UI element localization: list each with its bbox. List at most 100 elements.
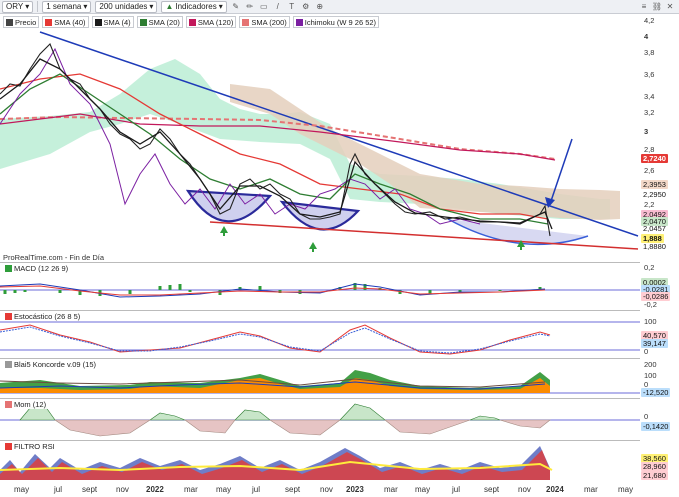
koncorde-label-text: Blai5 Koncorde v.09 (15) [14,360,96,369]
price-tick: 2,6 [644,166,655,175]
stoch-tick: 0 [644,347,649,356]
price-tick: 3,2 [644,108,655,117]
chevron-down-icon: ▾ [25,2,30,11]
time-tick: jul [452,485,461,494]
momentum-axis: 0 -0,1420 [640,398,679,438]
legend-label: Precio [15,17,37,27]
window-controls: ≡ ⛓ ✕ [639,1,675,11]
time-tick: sept [82,485,98,494]
price-tick: 4,2 [644,16,655,25]
koncorde-tick: 100 [644,371,657,380]
stochastic-axis: 100 40,570 39,147 0 [640,310,679,358]
legend-label: SMA (20) [148,17,180,27]
time-tick: sept [484,485,500,494]
time-tick: 2022 [146,485,164,494]
koncorde-label[interactable]: Blai5 Koncorde v.09 (15) [3,360,98,369]
koncorde-tick: 200 [644,360,657,369]
sma20-swatch [139,18,147,26]
macd-label[interactable]: MACD (12 26 9) [3,264,71,273]
menu-icon[interactable]: ≡ [639,1,649,11]
legend-item-sma40[interactable]: SMA (40) [42,16,89,28]
time-tick: 2023 [346,485,364,494]
time-tick: nov [116,485,129,494]
legend-label: SMA (4) [103,17,131,27]
momentum-label[interactable]: Mom (12) [3,400,49,409]
legend-item-sma120[interactable]: SMA (120) [185,16,237,28]
chart-toolbar: ORY ▾ 1 semana ▾ 200 unidades ▾ ▲ Indica… [0,0,679,14]
time-tick: jul [252,485,261,494]
sma40-swatch [45,18,53,26]
price-swatch [6,18,13,26]
price-tag: 2,2950 [643,190,666,199]
legend-label: SMA (200) [251,17,287,27]
legend-item-sma20[interactable]: SMA (20) [136,16,183,28]
koncorde-swatch [5,361,12,368]
price-tick: 2,2 [644,200,655,209]
macd-axis: 0,2 0,0002 -0,0281 -0,0286 -0,2 [640,262,679,309]
link-icon[interactable]: ⛓ [652,1,662,11]
legend-item-sma4[interactable]: SMA (4) [91,16,134,28]
filtro-swatch [5,443,12,450]
price-tag-sma40: 2,7240 [641,154,668,163]
pencil-icon[interactable]: ✏ [245,2,255,12]
buy-marker-3-stem [520,246,522,250]
drawing-tools-icon[interactable]: ✎ [231,2,241,12]
stoch-tick: 100 [644,317,657,326]
stochastic-swatch [5,313,12,320]
legend-label: SMA (40) [54,17,86,27]
toolbar-separator [37,1,39,12]
time-axis: may jul sept nov 2022 mar may jul sept n… [0,483,640,497]
sma200-swatch [242,18,250,26]
time-tick: jul [54,485,63,494]
buy-marker-2-stem [312,248,314,252]
koncorde-tag: -12,520 [641,388,671,397]
indicators-button[interactable]: ▲ Indicadores ▾ [161,0,227,13]
period-text: 1 semana [46,2,82,11]
filtro-tag: 21,680 [641,471,668,480]
legend-item-sma200[interactable]: SMA (200) [239,16,290,28]
units-text: 200 unidades [99,2,148,11]
filtro-rsi-label[interactable]: FILTRO RSI [3,442,57,451]
indicators-text: Indicadores [175,2,217,11]
legend-item-price[interactable]: Precio [3,16,40,28]
stochastic-label-text: Estocástico (26 8 5) [14,312,81,321]
price-tick: 4 [644,32,649,41]
price-chart[interactable] [0,14,640,262]
legend-item-ichimoku[interactable]: Ichimoku (W 9 26 52) [292,16,380,28]
momentum-tag: -0,1420 [641,422,671,431]
chevron-down-icon: ▾ [149,2,154,11]
macd-panel[interactable] [0,262,640,308]
units-selector[interactable]: 200 unidades ▾ [95,0,158,13]
filtro-rsi-panel[interactable] [0,440,640,483]
time-tick: mar [384,485,398,494]
period-selector[interactable]: 1 semana ▾ [42,0,92,13]
legend-label: Ichimoku (W 9 26 52) [304,17,377,27]
stochastic-label[interactable]: Estocástico (26 8 5) [3,312,83,321]
indicators-icon: ▲ [165,2,174,11]
symbol-text: ORY [6,2,24,11]
price-axis: 4,2 4 3,8 3,6 3,4 3,2 3 2,8 2,7240 2,6 2… [640,14,679,262]
indicator-legend: Precio SMA (40) SMA (4) SMA (20) SMA (12… [3,16,380,28]
time-tick: may [216,485,232,494]
ruler-icon[interactable]: ▭ [259,2,269,12]
price-tag-cloud-top: 2,3953 [641,180,668,189]
macd-swatch [5,265,12,272]
close-icon[interactable]: ✕ [665,1,675,11]
sma120-swatch [188,18,196,26]
symbol-selector[interactable]: ORY ▾ [2,0,34,13]
chevron-down-icon: ▾ [83,2,88,11]
buy-marker-1-stem [223,232,225,236]
line-tool-icon[interactable]: / [273,2,283,12]
time-tick: mar [584,485,598,494]
price-tick: 3,6 [644,70,655,79]
zoom-icon[interactable]: ⊕ [315,2,325,12]
text-tool-icon[interactable]: T [287,2,297,12]
settings-icon[interactable]: ⚙ [301,2,311,12]
time-tick: 2024 [546,485,564,494]
filtro-tag: 28,960 [641,462,668,471]
momentum-tick: 0 [644,412,649,421]
stochastic-panel[interactable] [0,310,640,358]
filtro-label-text: FILTRO RSI [14,442,55,451]
momentum-panel[interactable] [0,398,640,438]
macd-tick: 0,2 [644,263,655,272]
